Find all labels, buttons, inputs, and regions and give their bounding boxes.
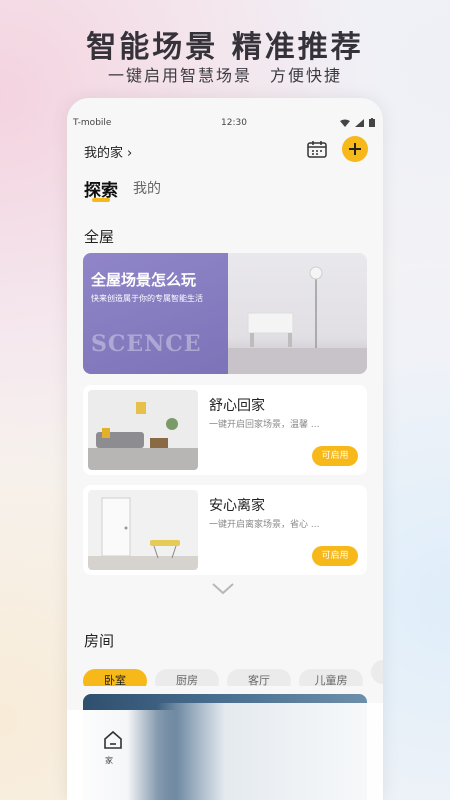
status-bar: T-mobile 12:30: [73, 118, 375, 132]
fade-overlay: [157, 703, 383, 800]
enable-button[interactable]: 可启用: [312, 546, 358, 566]
promo-subtitle: 一键启用智慧场景 方便快捷: [107, 66, 342, 85]
enable-button[interactable]: 可启用: [312, 446, 358, 466]
tab-mine-label: 我的: [133, 181, 161, 197]
chevron-right-icon: ›: [127, 146, 133, 161]
room-chip-kids-room[interactable]: 儿童房: [299, 669, 363, 686]
scene-home-name: 舒心回家: [209, 398, 265, 414]
room-chip-more[interactable]: [371, 660, 383, 684]
section-title-whole-house: 全屋: [84, 228, 115, 246]
home-name: 我的家: [84, 146, 124, 161]
scene-card-away[interactable]: 安心离家 一键开启离家场景，省心 ... 可启用: [83, 485, 367, 575]
tab-mine[interactable]: 我的: [133, 178, 161, 198]
bottom-nav: 家: [67, 710, 177, 800]
add-button[interactable]: [342, 136, 368, 162]
active-tab-indicator: [92, 198, 110, 202]
nav-home-label: 家: [105, 756, 113, 765]
living-room-image: [228, 266, 367, 374]
section-title-rooms: 房间: [84, 632, 115, 650]
scene-guide-banner[interactable]: 全屋场景怎么玩 快来创造属于你的专属智能生活 SCENCE: [83, 253, 367, 374]
signal-icon: [355, 119, 365, 127]
plus-icon: [349, 143, 361, 155]
status-time: 12:30: [221, 118, 247, 128]
scene-home-description: 一键开启回家场景，温馨 ...: [209, 420, 320, 430]
status-icons: [340, 118, 375, 130]
wifi-icon: [340, 119, 351, 127]
scene-home-thumbnail: [88, 390, 198, 470]
scene-away-description: 一键开启离家场景，省心 ...: [209, 520, 320, 530]
home-icon[interactable]: [103, 730, 123, 750]
room-chip-row: 卧室 厨房 客厅 儿童房: [83, 660, 383, 686]
chevron-down-icon[interactable]: [211, 582, 235, 596]
battery-icon: [369, 118, 375, 127]
room-chip-kitchen[interactable]: 厨房: [155, 669, 219, 686]
room-chip-living-room[interactable]: 客厅: [227, 669, 291, 686]
calendar-icon[interactable]: [307, 140, 327, 158]
phone-screen: T-mobile 12:30 我的家 › 探索 我的 全屋 全屋场景怎么玩 快来…: [67, 98, 383, 800]
scene-away-name: 安心离家: [209, 498, 265, 514]
tab-explore[interactable]: 探索: [84, 176, 118, 202]
banner-title: 全屋场景怎么玩: [91, 271, 197, 289]
scene-away-thumbnail: [88, 490, 198, 570]
carrier-label: T-mobile: [73, 118, 112, 128]
banner-watermark: SCENCE: [91, 331, 202, 357]
room-chip-bedroom[interactable]: 卧室: [83, 669, 147, 686]
home-selector[interactable]: 我的家 ›: [84, 142, 132, 161]
promo-title: 智能场景 精准推荐: [86, 30, 364, 65]
banner-text-panel: 全屋场景怎么玩 快来创造属于你的专属智能生活 SCENCE: [83, 253, 228, 374]
banner-subtitle: 快来创造属于你的专属智能生活: [91, 294, 203, 303]
scene-card-home[interactable]: 舒心回家 一键开启回家场景，温馨 ... 可启用: [83, 385, 367, 475]
